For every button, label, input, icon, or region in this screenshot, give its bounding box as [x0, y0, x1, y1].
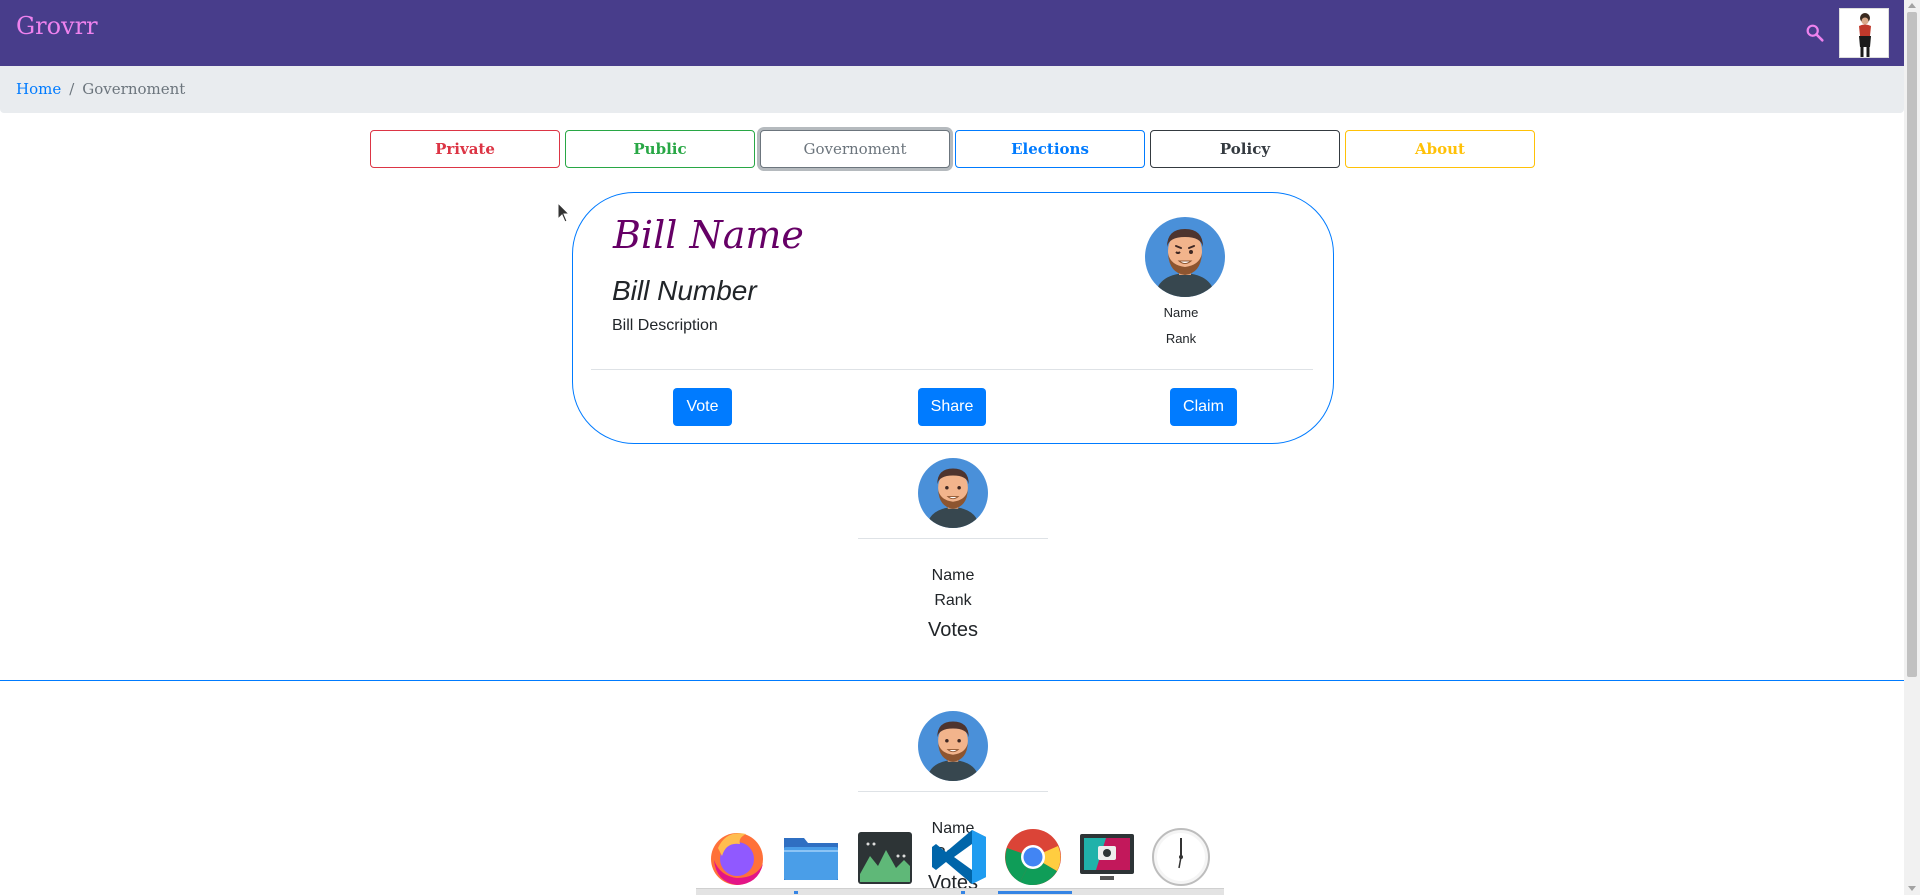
dock-background [696, 888, 1224, 895]
person-photo-icon [1840, 9, 1888, 57]
voter-rank: Rank [934, 592, 972, 609]
claim-button[interactable]: Claim [1170, 388, 1237, 426]
files-icon[interactable] [780, 826, 842, 888]
page-scrollbar[interactable] [1904, 0, 1920, 895]
tab-policy[interactable]: Policy [1150, 130, 1340, 168]
bill-number: Bill Number [612, 275, 757, 306]
vote-button[interactable]: Vote [673, 388, 732, 426]
tab-private[interactable]: Private [370, 130, 560, 168]
vscode-icon[interactable] [928, 826, 990, 888]
bill-description: Bill Description [612, 317, 718, 334]
dock-running-indicator [961, 891, 965, 894]
voter-card: Name Rank Votes [858, 458, 1048, 645]
voter-avatar-icon [918, 711, 988, 781]
search-icon[interactable] [1804, 22, 1826, 44]
share-button[interactable]: Share [918, 388, 986, 426]
tab-public[interactable]: Public [565, 130, 755, 168]
bill-name: Bill Name [613, 213, 804, 257]
scroll-up-arrow-icon[interactable] [1908, 3, 1916, 8]
sponsor-name: Name [1163, 305, 1199, 320]
app-dock [696, 822, 1224, 895]
top-navbar: Grovrr [0, 0, 1904, 66]
breadcrumb: Home / Governoment [0, 66, 1904, 113]
tab-government[interactable]: Governoment [760, 130, 950, 168]
firefox-icon[interactable] [706, 826, 768, 888]
card-divider [591, 369, 1313, 370]
voter-votes: Votes [927, 619, 979, 641]
breadcrumb-home-link[interactable]: Home [16, 80, 61, 98]
user-avatar[interactable] [1839, 8, 1889, 58]
sponsor-avatar-icon [1145, 217, 1225, 297]
clock-icon[interactable] [1150, 826, 1212, 888]
system-monitor-icon[interactable] [854, 826, 916, 888]
dock-running-indicator [794, 891, 798, 894]
tab-about[interactable]: About [1345, 130, 1535, 168]
breadcrumb-current: Governoment [82, 80, 186, 98]
scroll-down-arrow-icon[interactable] [1908, 886, 1916, 891]
voter-avatar-icon [918, 458, 988, 528]
mouse-cursor-icon [557, 202, 571, 223]
sponsor-rank: Rank [1165, 331, 1197, 346]
voter-name: Name [931, 567, 975, 584]
voter-divider [858, 791, 1048, 792]
dock-active-indicator [998, 891, 1072, 894]
screenshot-icon[interactable] [1076, 826, 1138, 888]
bill-card: Bill Name Bill Number Bill Description N… [572, 192, 1334, 444]
section-divider [0, 680, 1904, 681]
brand-logo[interactable]: Grovrr [16, 12, 98, 40]
scrollbar-thumb[interactable] [1907, 12, 1917, 677]
breadcrumb-separator: / [69, 80, 75, 98]
voter-divider [858, 538, 1048, 539]
tab-elections[interactable]: Elections [955, 130, 1145, 168]
chrome-icon[interactable] [1002, 826, 1064, 888]
